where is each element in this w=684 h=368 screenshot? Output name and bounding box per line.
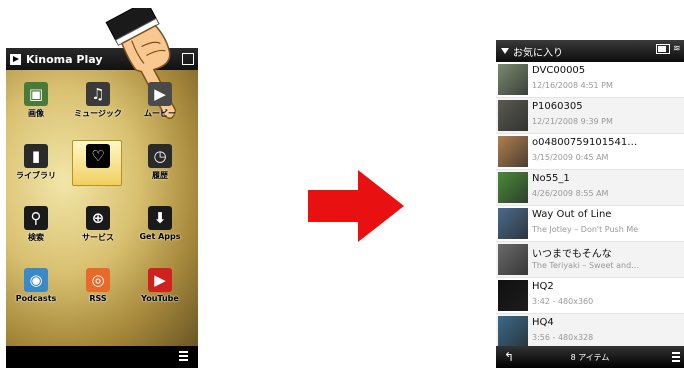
thumbnail [498, 208, 528, 239]
wifi-icon: ≋ [673, 44, 681, 54]
item-title: いつまでもそんな [532, 249, 612, 260]
item-subtitle: 3/15/2009 0:45 AM [532, 153, 609, 162]
item-subtitle: 3:56 - 480x328 [532, 333, 594, 342]
favorites-list: DVC00005 12/16/2008 4:51 PM P1060305 12/21/… [496, 62, 684, 350]
thumbnail [498, 316, 528, 347]
movie-icon: ▶ [148, 82, 172, 106]
launcher-item-label: 検索 [28, 233, 44, 242]
item-subtitle: 12/21/2008 9:39 PM [532, 117, 613, 126]
launcher-item-label: ライブラリ [16, 171, 56, 180]
library-icon: ▮ [24, 144, 48, 168]
app-launcher-grid: ▣ 画像 ♫ ミュージック ▶ ムービー ▮ ライブラリ ♡お気に入り ◷ 履歴 ⚲ 検索 ⊕ サービス ⬇ G… [6, 70, 198, 346]
image-icon: ▣ [24, 82, 48, 106]
rss-icon: ◎ [86, 268, 110, 292]
list-item[interactable]: HQ2 3:42 - 480x360 [496, 278, 684, 314]
launcher-item-label: Podcasts [15, 294, 57, 303]
item-subtitle: The Jotley – Don't Push Me [532, 225, 639, 234]
launcher-item-label: ミュージック [74, 109, 122, 118]
item-title: o04800759101541… [532, 137, 638, 148]
launcher-item[interactable]: ▮ ライブラリ [12, 144, 60, 181]
right-arrow-icon [308, 170, 404, 242]
launcher-item-label: YouTube [141, 294, 179, 303]
list-item[interactable]: HQ4 3:56 - 480x328 [496, 314, 684, 350]
kinoma-logo-icon [10, 53, 21, 65]
launcher-item[interactable]: ♡お気に入り [72, 140, 122, 186]
launcher-item[interactable]: ◉ Podcasts [12, 268, 60, 303]
thumbnail [498, 172, 528, 203]
thumbnail [498, 100, 528, 131]
list-item[interactable]: No55_1 4/26/2009 8:55 AM [496, 170, 684, 206]
list-item[interactable]: P1060305 12/21/2008 9:39 PM [496, 98, 684, 134]
list-item[interactable]: o04800759101541… 3/15/2009 0:45 AM [496, 134, 684, 170]
item-title: P1060305 [532, 101, 583, 112]
launcher-item[interactable]: ⬇ Get Apps [136, 206, 184, 241]
launcher-item[interactable]: ▣ 画像 [12, 82, 60, 119]
thumbnail [498, 136, 528, 167]
launcher-item-label: サービス [82, 233, 114, 242]
download-icon: ⬇ [148, 206, 172, 230]
launcher-item[interactable]: ◷ 履歴 [136, 144, 184, 181]
item-subtitle: 12/16/2008 4:51 PM [532, 81, 613, 90]
dropdown-triangle-icon[interactable] [501, 48, 509, 54]
item-title: Way Out of Line [532, 209, 612, 220]
podcast-icon: ◉ [24, 268, 48, 292]
item-title: DVC00005 [532, 65, 586, 76]
launcher-item-label: Get Apps [139, 232, 181, 241]
launcher-item[interactable]: ♫ ミュージック [74, 82, 122, 119]
thumbnail [498, 64, 528, 95]
right-phone-screen: お気に入り ≋ DVC00005 12/16/2008 4:51 PM P10603… [496, 40, 684, 368]
launcher-item-label: 画像 [28, 109, 44, 118]
launcher-item-label: 履歴 [152, 171, 168, 180]
left-phone-screen: Kinoma Play ▣画像♫ミュージック▶ムービー▮ライブラリ♡お気に入り◷… [6, 48, 198, 368]
item-subtitle: The Teriyaki – Sweet and… [532, 261, 640, 270]
launcher-item-label: RSS [89, 294, 107, 303]
menu-icon[interactable] [179, 351, 188, 361]
item-count: 8 アイテム [570, 353, 610, 362]
launcher-item[interactable]: ▶ ムービー [136, 82, 184, 119]
item-title: No55_1 [532, 173, 570, 184]
launcher-item[interactable]: ◎ RSS [74, 268, 122, 303]
item-subtitle: 3:42 - 480x360 [532, 297, 594, 306]
battery-icon [656, 44, 670, 54]
list-item[interactable]: Way Out of Line The Jotley – Don't Push M… [496, 206, 684, 242]
thumbnail [498, 244, 528, 275]
launcher-item-label: ムービー [144, 109, 176, 118]
search-icon: ⚲ [24, 206, 48, 230]
list-item[interactable]: いつまでもそんな The Teriyaki – Sweet and… [496, 242, 684, 278]
clock-icon: ◷ [148, 144, 172, 168]
launcher-item[interactable]: ⊕ サービス [74, 206, 122, 243]
right-bottom-bar: ↰ 8 アイテム [496, 346, 684, 368]
globe-icon: ⊕ [86, 206, 110, 230]
music-icon: ♫ [86, 82, 110, 106]
favorites-title: お気に入り [513, 47, 563, 59]
item-title: HQ2 [532, 281, 554, 292]
item-title: HQ4 [532, 317, 554, 328]
youtube-icon: ▶ [148, 268, 172, 292]
menu-icon[interactable] [672, 352, 680, 362]
launcher-item[interactable]: ⚲ 検索 [12, 206, 60, 243]
launcher-item[interactable]: ▶ YouTube [136, 268, 184, 303]
favorites-title-bar: お気に入り ≋ [496, 40, 684, 62]
thumbnail [498, 280, 528, 311]
list-item[interactable]: DVC00005 12/16/2008 4:51 PM [496, 62, 684, 98]
heart-icon: ♡ [86, 144, 110, 168]
left-bottom-bar [6, 346, 198, 368]
item-subtitle: 4/26/2009 8:55 AM [532, 189, 609, 198]
